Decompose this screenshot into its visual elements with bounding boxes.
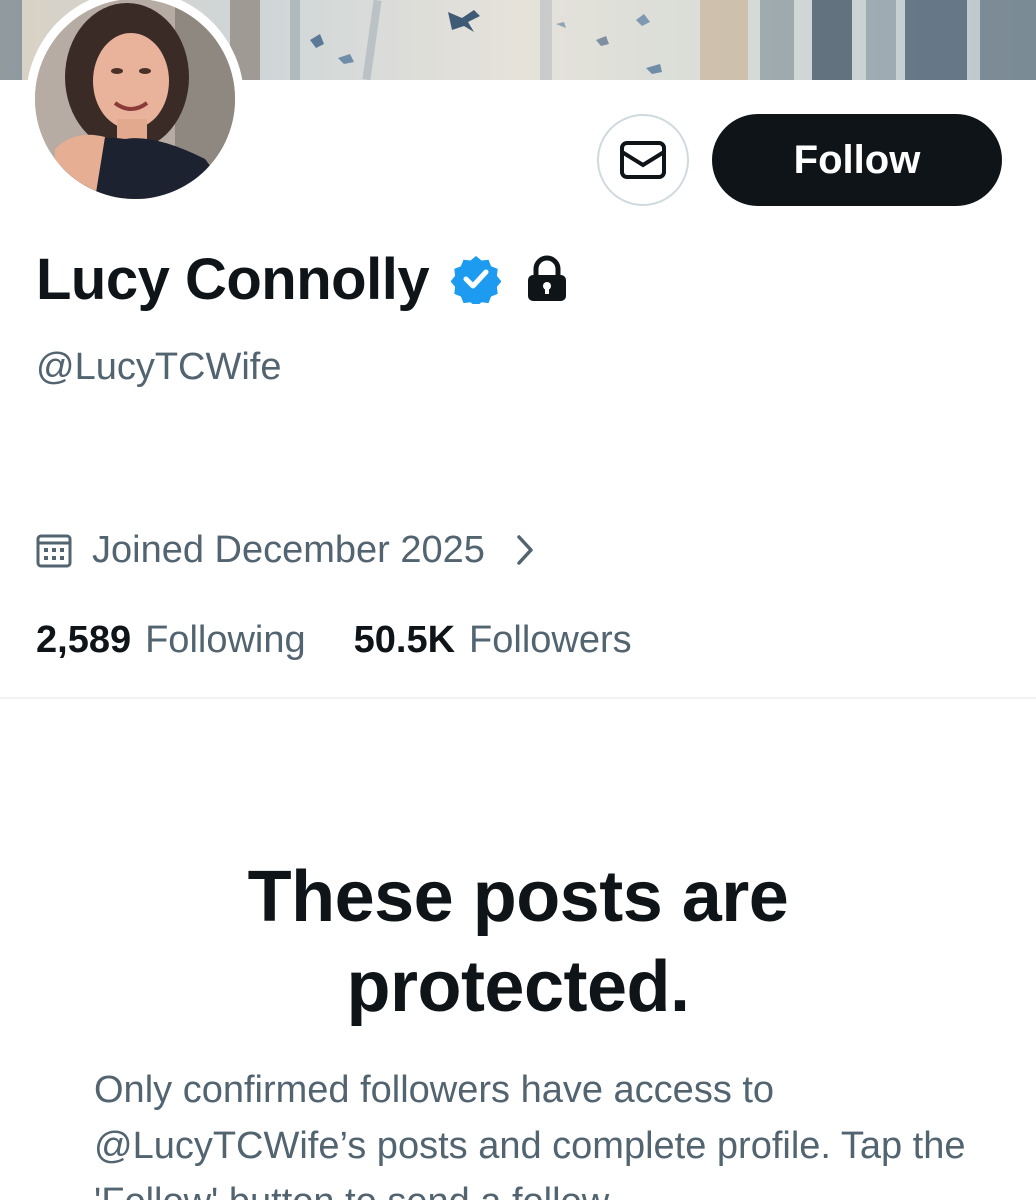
stats-row: 2,589 Following 50.5K Followers [36, 612, 632, 668]
calendar-icon [36, 534, 72, 568]
lock-icon [528, 255, 567, 301]
verified-badge-icon[interactable] [451, 254, 502, 304]
profile-handle: @LucyTCWife [36, 346, 282, 388]
chevron-right-icon [517, 535, 533, 565]
message-button[interactable] [597, 114, 689, 206]
followers-count: 50.5K [353, 618, 456, 661]
following-count: 2,589 [36, 618, 132, 661]
followers-link[interactable]: 50.5K Followers [354, 619, 632, 662]
follow-button[interactable]: Follow [712, 114, 1002, 206]
display-name: Lucy Connolly [36, 246, 430, 312]
followers-label: Followers [469, 618, 632, 661]
protected-title: These posts are protected. [247, 857, 789, 1027]
joined-date: Joined December 2025 [92, 528, 485, 571]
following-label: Following [145, 618, 306, 661]
avatar-photo [35, 0, 235, 199]
profile-avatar[interactable] [26, 0, 244, 208]
joined-row[interactable]: Joined December 2025 [36, 522, 539, 578]
name-row: Lucy Connolly [36, 244, 569, 314]
section-divider [0, 697, 1036, 699]
following-link[interactable]: 2,589 Following [36, 619, 306, 662]
protected-body: Only confirmed followers have access to … [94, 1069, 966, 1200]
envelope-icon [620, 141, 666, 179]
profile-page: Follow Lucy Connolly @LucyTCWife Joined … [0, 0, 1036, 1200]
